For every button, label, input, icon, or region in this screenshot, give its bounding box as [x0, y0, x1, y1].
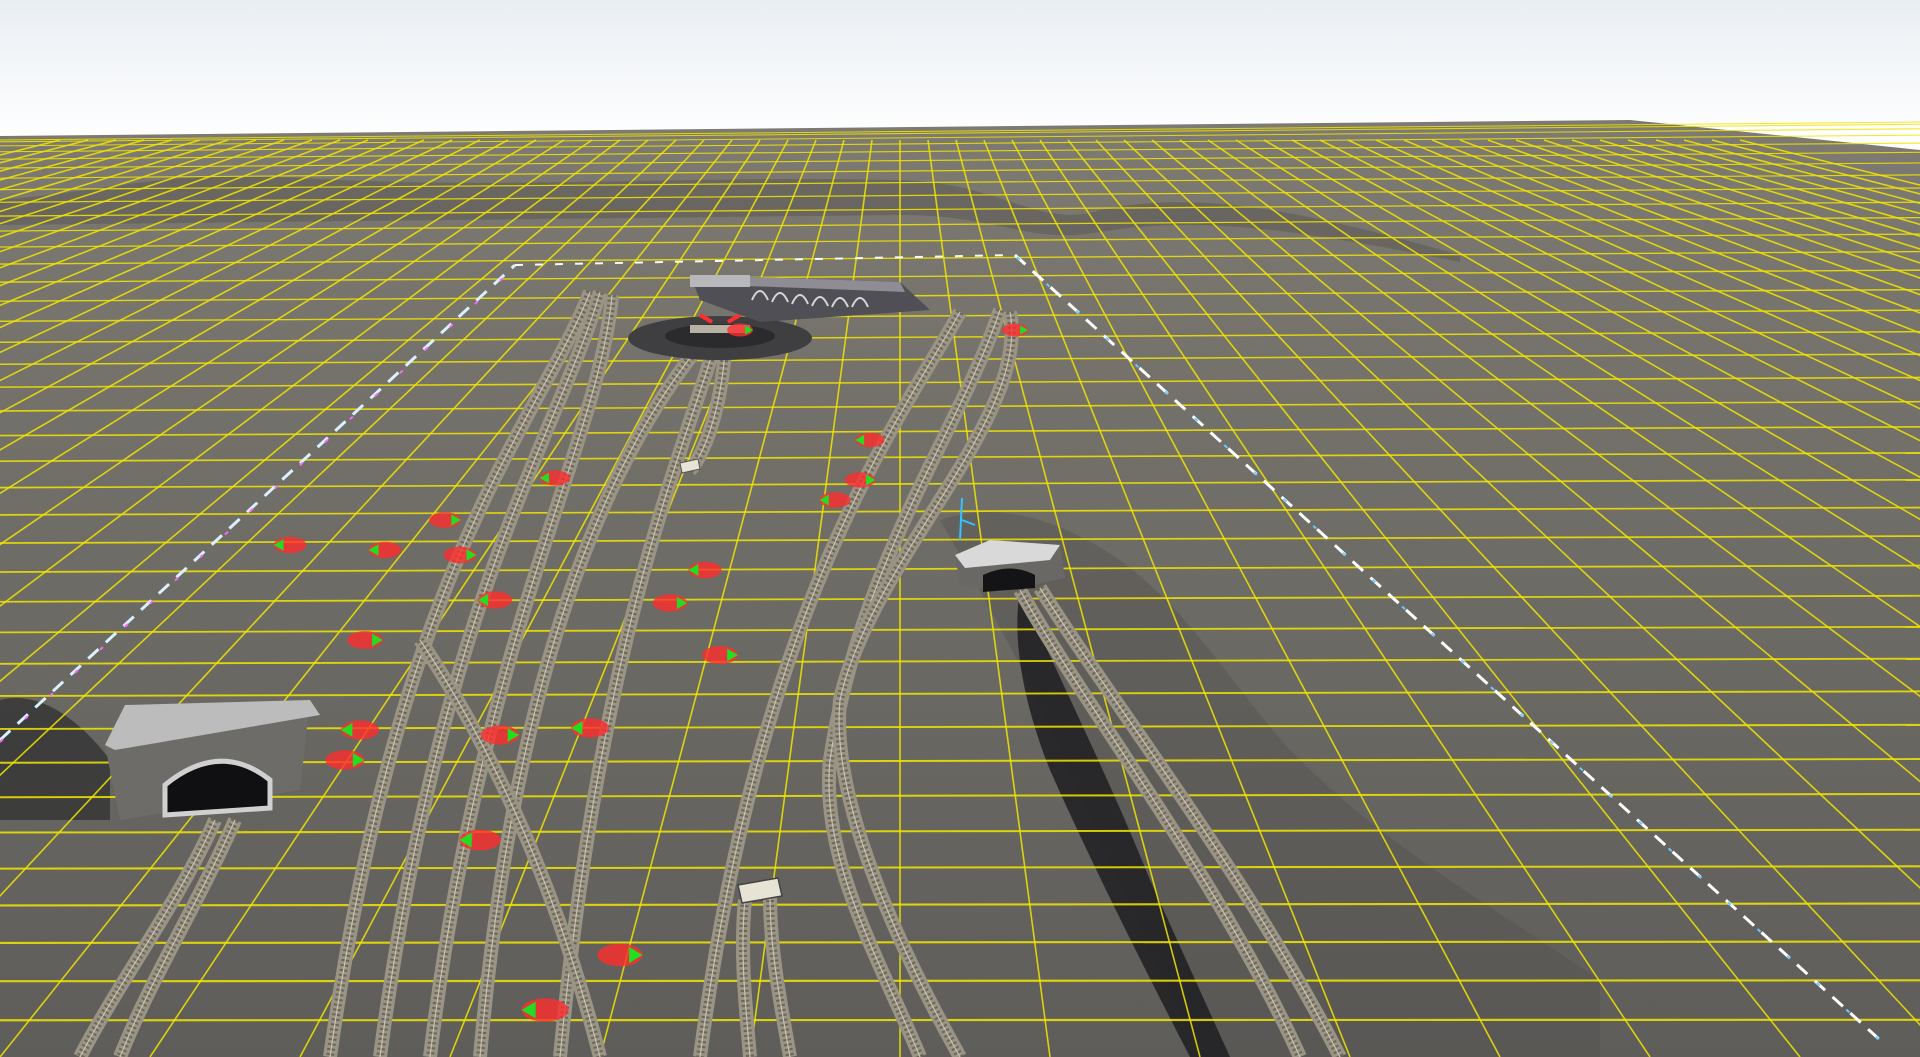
grid-line: [0, 940, 1920, 945]
switch-marker[interactable]: [340, 720, 380, 740]
switch-marker[interactable]: [273, 536, 307, 554]
switch-marker[interactable]: [1002, 323, 1028, 337]
switch-marker[interactable]: [480, 725, 520, 745]
sky: [0, 0, 1920, 140]
track-segment[interactable]: [735, 899, 757, 1057]
switch-marker[interactable]: [521, 998, 569, 1022]
switch-marker[interactable]: [325, 750, 365, 770]
switch-marker[interactable]: [688, 561, 722, 579]
switch-marker[interactable]: [597, 943, 643, 967]
switch-marker[interactable]: [727, 323, 753, 337]
switch-marker[interactable]: [652, 594, 688, 612]
grid-line: [0, 979, 1920, 983]
switch-marker[interactable]: [368, 541, 402, 559]
switch-marker[interactable]: [570, 718, 610, 738]
switch-marker[interactable]: [459, 829, 501, 851]
3d-viewport[interactable]: [0, 0, 1920, 1057]
switch-marker[interactable]: [347, 631, 383, 649]
switch-marker[interactable]: [429, 512, 461, 528]
switch-marker[interactable]: [477, 591, 513, 609]
switch-marker[interactable]: [702, 646, 738, 664]
scene-render[interactable]: [0, 0, 1920, 1057]
switch-marker[interactable]: [819, 492, 851, 508]
switch-marker[interactable]: [443, 546, 477, 564]
switch-marker[interactable]: [539, 470, 571, 486]
switch-marker[interactable]: [844, 472, 876, 488]
terrain-ground[interactable]: [0, 120, 1920, 1057]
switch-marker[interactable]: [855, 432, 885, 448]
